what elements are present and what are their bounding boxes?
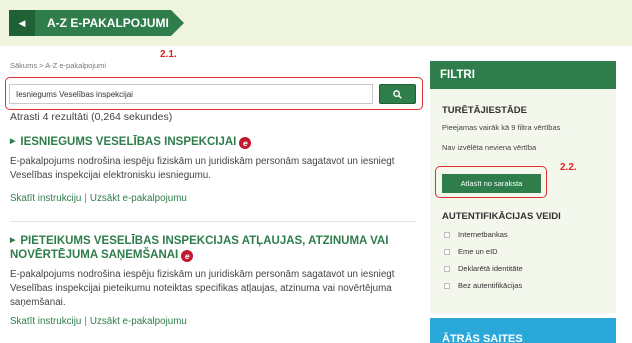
search-icon	[393, 89, 402, 99]
caret-right-icon: ▶	[10, 237, 16, 244]
chevron-left-icon: ◀	[18, 17, 26, 28]
e-service-badge-icon: e	[181, 250, 194, 262]
fast-links-header: ĀTRĀS SAITES	[430, 318, 616, 343]
agency-filter-title: TURĒTĀJIESTĀDE	[442, 105, 527, 116]
view-instructions-link[interactable]: Skatīt instrukciju	[10, 193, 81, 204]
result-item: ▶ IESNIEGUMS VESELĪBAS INSPEKCIJAI e E-pak…	[10, 135, 416, 204]
search-button[interactable]	[379, 84, 416, 104]
result-links: Skatīt instrukciju | Uzsākt e-pakalpojumu	[10, 316, 416, 327]
result-links: Skatīt instrukciju | Uzsākt e-pakalpojumu	[10, 193, 416, 204]
result-divider	[10, 221, 416, 222]
auth-option-none[interactable]: Bez autentifikācijas	[444, 281, 522, 290]
page-title: A-Z E-PAKALPOJUMI	[47, 16, 169, 30]
result-description: E-pakalpojums nodrošina iespēju fiziskām…	[10, 269, 395, 308]
result-title-text: PIETEIKUMS VESELĪBAS INSPEKCIJAS ATĻAUJA…	[10, 235, 389, 261]
filter-header: FILTRI	[430, 61, 616, 89]
link-separator: |	[84, 193, 87, 204]
checkbox[interactable]	[444, 265, 450, 272]
page-header: ◀ A-Z E-PAKALPOJUMI	[9, 10, 184, 36]
result-title-link[interactable]: ▶ IESNIEGUMS VESELĪBAS INSPEKCIJAI e	[10, 135, 416, 149]
auth-option-internetbank[interactable]: Internetbankas	[444, 230, 508, 239]
auth-option-eid[interactable]: Eme un eID	[444, 247, 498, 256]
caret-right-icon: ▶	[10, 138, 16, 145]
auth-option-label: Deklarētā identitāte	[458, 264, 523, 273]
result-item: ▶ PIETEIKUMS VESELĪBAS INSPEKCIJAS ATĻAUJ…	[10, 234, 416, 327]
annotation-marker-select: 2.2.	[560, 162, 577, 173]
back-button[interactable]: ◀	[9, 10, 35, 36]
result-title-text: IESNIEGUMS VESELĪBAS INSPEKCIJAI	[20, 136, 237, 148]
search-input[interactable]	[9, 84, 373, 104]
auth-option-label: Eme un eID	[458, 247, 498, 256]
agency-filter-selected: Nav izvēlēta neviena vērtība	[442, 143, 537, 152]
agency-filter-note: Pieejamas vairāk kā 9 filtra vērtības	[442, 123, 561, 132]
start-service-link[interactable]: Uzsākt e-pakalpojumu	[90, 316, 187, 327]
breadcrumb[interactable]: Sākums > A-Z e-pakalpojumi	[10, 61, 106, 70]
auth-option-label: Bez autentifikācijas	[458, 281, 523, 290]
result-title-link[interactable]: ▶ PIETEIKUMS VESELĪBAS INSPEKCIJAS ATĻAUJ…	[10, 234, 416, 262]
checkbox[interactable]	[444, 231, 450, 238]
checkbox[interactable]	[444, 248, 450, 255]
link-separator: |	[84, 316, 87, 327]
auth-filter-title: AUTENTIFIKĀCIJAS VEIDI	[442, 211, 561, 222]
auth-option-declared-identity[interactable]: Deklarētā identitāte	[444, 264, 523, 273]
annotation-box-select	[435, 166, 547, 198]
checkbox[interactable]	[444, 282, 450, 289]
start-service-link[interactable]: Uzsākt e-pakalpojumu	[90, 193, 187, 204]
annotation-marker-search: 2.1.	[160, 49, 177, 60]
view-instructions-link[interactable]: Skatīt instrukciju	[10, 316, 81, 327]
results-count: Atrasti 4 rezultāti (0,264 sekundes)	[10, 111, 173, 123]
auth-option-label: Internetbankas	[458, 230, 508, 239]
e-service-badge-icon: e	[239, 137, 252, 149]
result-description: E-pakalpojums nodrošina iespēju fiziskām…	[10, 156, 395, 181]
